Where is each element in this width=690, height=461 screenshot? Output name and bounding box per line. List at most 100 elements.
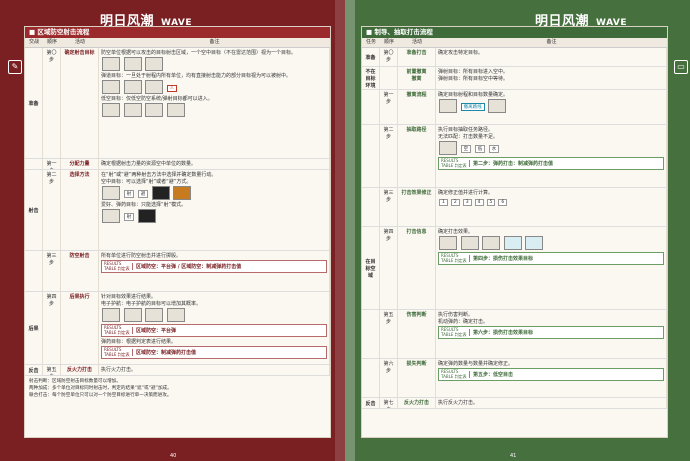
side-tab-icon[interactable]: ✎	[8, 60, 22, 74]
note-text: 确定打击效果。	[438, 229, 474, 235]
modifier-grid: 1 2 3 4 5 6	[438, 198, 664, 207]
step-label: 第七步	[380, 398, 398, 408]
step-label: 第五步	[43, 365, 61, 375]
results-label: RESULTS TABLE 判定表	[104, 347, 130, 357]
unit-card-icon	[102, 57, 120, 71]
step-label: 第一步	[380, 90, 398, 124]
results-label: RESULTS TABLE 判定表	[104, 325, 130, 335]
activity-label: 选择方法	[61, 170, 99, 250]
phase-label: 射击	[25, 170, 43, 250]
phase-label	[362, 125, 380, 187]
phase-label: 后果	[25, 292, 43, 364]
note-text: 所有单位进行防空射击并进行掷骰。	[101, 253, 182, 259]
left-stripe	[335, 0, 345, 461]
table-row: 反击 第五步 反火力打击 执行火力打击。	[25, 365, 330, 376]
left-title: ■ 区域防空射击流程	[25, 27, 330, 38]
phase-label	[362, 188, 380, 226]
step-label: 第〇步	[43, 48, 61, 158]
step-label: 第四步	[380, 227, 398, 309]
step-label: 第六步	[380, 359, 398, 397]
phase-label	[362, 310, 380, 358]
modifier-cell: 6	[498, 199, 508, 206]
note-cell: 所有单位进行防空射击并进行掷骰。 RESULTS TABLE 判定表 区域防空：…	[99, 251, 330, 291]
activity-label: 前置撤离 撤离	[398, 67, 436, 89]
col-phase: 交战	[28, 39, 39, 45]
table-row: 第二步 抽取路径 执行目标抽取任务路径。 无法匹配：打击数量不足。 空 低 水 …	[362, 125, 667, 188]
phase-label: 准备	[362, 48, 380, 66]
left-table-header: 交战 顺序 活动 备注	[25, 38, 330, 48]
note-text: 空中目标：可以选择“射”或者“避”方式。	[101, 179, 192, 185]
checkered-card-icon	[137, 209, 156, 223]
icon-row: 射	[101, 208, 327, 224]
escort-card-icon	[166, 308, 185, 322]
icon-row: 撤离路线	[438, 98, 664, 114]
note-cell: 防空单位根据可以攻击的目标射击区域，一个空中目标（不在雷达范围）视为一个目标。 …	[99, 48, 330, 158]
modifier-cell: 5	[486, 199, 496, 206]
target-card-icon	[102, 209, 120, 223]
target-card-icon	[102, 186, 120, 200]
results-table-box: RESULTS TABLE 判定表 第六步：损伤打击效果目标	[438, 326, 664, 339]
step-label: 第一步	[43, 159, 61, 169]
note-cell: 执行目标抽取任务路径。 无法匹配：打击数量不足。 空 低 水 RESULTS T…	[436, 125, 667, 187]
activity-label: 抽取路径	[398, 125, 436, 187]
note-text: 执行火力打击。	[99, 365, 330, 375]
phase-label	[362, 90, 380, 124]
target-card-icon	[460, 236, 479, 250]
table-row: 不在目标环境 前置撤离 撤离 弹射目标：所有目标进入空中。 弹射目标：所有目标空…	[362, 67, 667, 90]
note-cell: 在“射”或“避”两种射击方法中选择并确定数量行动。 空中目标：可以选择“射”或者…	[99, 170, 330, 250]
results-value: 第二步：弹药打击：制减弹药打击值	[469, 160, 556, 167]
table-row: 第六步 损失判断 确定弹药数量与数量并确定修正。 RESULTS TABLE 判…	[362, 359, 667, 398]
results-table-box: RESULTS TABLE 判定表 第五步：低空目击	[438, 368, 664, 381]
side-tab-icon-right[interactable]: ▭	[674, 60, 688, 74]
missile-card-icon	[145, 80, 164, 94]
aircraft-card-icon	[145, 103, 164, 117]
note-text: 确定根据射击力量的资源空中单位的数量。	[99, 159, 330, 169]
activity-label: 打击效果修正	[398, 188, 436, 226]
checkered-card-icon	[151, 186, 170, 200]
activity-label: 反火力打击	[61, 365, 99, 375]
icon-row: 射 避	[101, 185, 327, 201]
activity-label: 损失判断	[398, 359, 436, 397]
footer-line: 射击判断：区域防空射击目标数量可以增加。	[29, 379, 121, 384]
target-card-icon	[482, 236, 501, 250]
target-card-icon	[439, 236, 457, 250]
col-note: 备注	[546, 39, 557, 45]
unit-card-icon	[488, 99, 507, 113]
col-activity: 活动	[411, 39, 422, 45]
table-row: 准备 第〇步 确定射击目标 防空单位根据可以攻击的目标射击区域，一个空中目标（不…	[25, 48, 330, 159]
results-table-box: RESULTS TABLE 判定表 区域防空：平台弹	[101, 324, 327, 337]
results-label: RESULTS TABLE 判定表	[441, 369, 467, 379]
escort-card-icon	[102, 308, 120, 322]
option-chip: 避	[137, 189, 149, 198]
phase-label: 反击	[362, 398, 380, 408]
unit-card-icon	[123, 57, 142, 71]
icon-row	[101, 102, 327, 118]
results-table-box: RESULTS TABLE 判定表 区域防空：制减弹药打击值	[101, 346, 327, 359]
note-cell: 确定弹药数量与数量并确定修正。 RESULTS TABLE 判定表 第五步：低空…	[436, 359, 667, 397]
activity-label: 撤离流程	[398, 90, 436, 124]
note-text: 防空单位根据可以攻击的目标射击区域，一个空中目标（不在雷达范围）视为一个目标。	[101, 50, 297, 56]
results-value: 区域防空：平台弹	[132, 327, 179, 334]
highlight-chip: ⚠	[166, 84, 177, 92]
step-label: 第三步	[380, 188, 398, 226]
footer-line: 两种加成：多个单位对目标同时射击时，判定的结果“遮”或“避”加成。	[29, 386, 172, 391]
option-chip: 射	[123, 189, 135, 198]
right-table-header: 任务 顺序 活动 备注	[362, 38, 667, 48]
table-row: 准备 第〇步 准备打击 确定攻击特定目标。	[362, 48, 667, 67]
step-label: 第〇步	[380, 48, 398, 66]
option-chip: 空	[460, 144, 472, 153]
results-label: RESULTS TABLE 判定表	[441, 327, 467, 337]
step-label: 第四步	[43, 292, 61, 364]
table-row: 第一步 撤离流程 确定目标射程和目标数量确定。 撤离路线	[362, 90, 667, 125]
note-text: 确定弹药数量与数量并确定修正。	[438, 361, 514, 367]
note-text: 无法匹配：打击数量不足。	[438, 134, 499, 140]
phase-label	[25, 159, 43, 169]
note-text: 电子护航：电子护航的目标可以增加其概率。	[101, 301, 202, 307]
note-text: 确定目标射程和目标数量确定。	[438, 92, 509, 98]
col-note: 备注	[209, 39, 220, 45]
table-row: 第五步 伤害判断 执行伤害判断。 机动弹药：确定打击。 RESULTS TABL…	[362, 310, 667, 359]
missile-card-icon	[102, 80, 120, 94]
table-row: 射击 第二步 选择方法 在“射”或“避”两种射击方法中选择并确定数量行动。 空中…	[25, 170, 330, 251]
results-value: 第六步：损伤打击效果目标	[469, 329, 536, 336]
note-text: 弹射目标：所有目标进入空中。	[438, 69, 509, 75]
